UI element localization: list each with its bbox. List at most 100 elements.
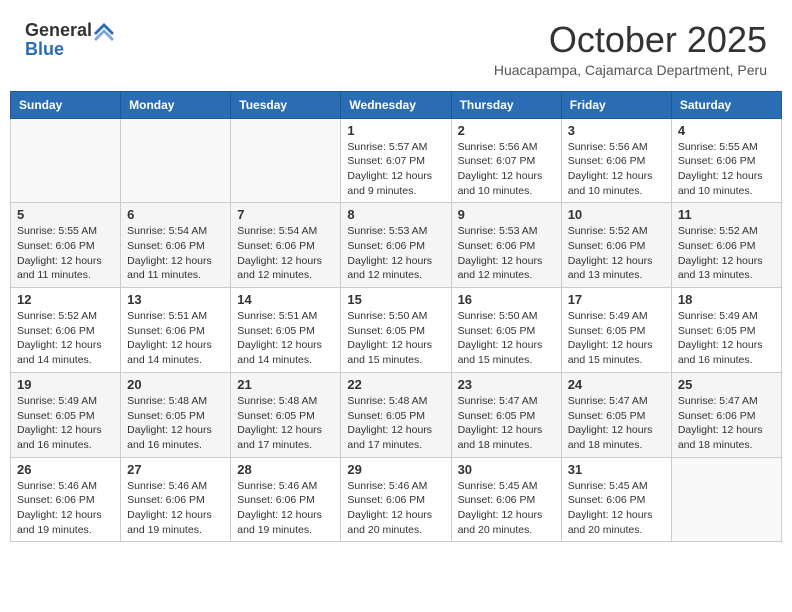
day-number: 1 (347, 123, 444, 138)
header-friday: Friday (561, 91, 671, 118)
header-saturday: Saturday (671, 91, 781, 118)
location-subtitle: Huacapampa, Cajamarca Department, Peru (494, 62, 767, 78)
calendar-cell: 26 Sunrise: 5:46 AM Sunset: 6:06 PM Dayli… (11, 457, 121, 542)
calendar-cell: 18 Sunrise: 5:49 AM Sunset: 6:05 PM Dayli… (671, 288, 781, 373)
day-number: 11 (678, 207, 775, 222)
day-number: 3 (568, 123, 665, 138)
day-number: 22 (347, 377, 444, 392)
calendar-cell: 30 Sunrise: 5:45 AM Sunset: 6:06 PM Dayli… (451, 457, 561, 542)
day-number: 25 (678, 377, 775, 392)
day-info: Sunrise: 5:47 AM Sunset: 6:05 PM Dayligh… (458, 394, 555, 453)
calendar-cell (671, 457, 781, 542)
day-info: Sunrise: 5:53 AM Sunset: 6:06 PM Dayligh… (458, 224, 555, 283)
calendar-cell: 24Sunrise: 5:47 AM Sunset: 6:05 PM Dayli… (561, 372, 671, 457)
day-number: 10 (568, 207, 665, 222)
day-number: 20 (127, 377, 224, 392)
day-number: 30 (458, 462, 555, 477)
calendar-cell (121, 118, 231, 203)
logo-icon (94, 19, 116, 41)
calendar-cell: 16 Sunrise: 5:50 AM Sunset: 6:05 PM Dayli… (451, 288, 561, 373)
calendar-cell: 29Sunrise: 5:46 AM Sunset: 6:06 PM Dayli… (341, 457, 451, 542)
calendar-cell: 9 Sunrise: 5:53 AM Sunset: 6:06 PM Daylig… (451, 203, 561, 288)
day-info: Sunrise: 5:46 AM Sunset: 6:06 PM Dayligh… (127, 479, 224, 538)
calendar-week-4: 19 Sunrise: 5:49 AM Sunset: 6:05 PM Dayli… (11, 372, 782, 457)
day-info: Sunrise: 5:45 AM Sunset: 6:06 PM Dayligh… (458, 479, 555, 538)
calendar-cell: 19 Sunrise: 5:49 AM Sunset: 6:05 PM Dayli… (11, 372, 121, 457)
day-number: 16 (458, 292, 555, 307)
day-info: Sunrise: 5:54 AM Sunset: 6:06 PM Dayligh… (127, 224, 224, 283)
calendar-cell: 25 Sunrise: 5:47 AM Sunset: 6:06 PM Dayli… (671, 372, 781, 457)
calendar-cell: 23 Sunrise: 5:47 AM Sunset: 6:05 PM Dayli… (451, 372, 561, 457)
day-info: Sunrise: 5:57 AM Sunset: 6:07 PM Dayligh… (347, 140, 444, 199)
day-info: Sunrise: 5:52 AM Sunset: 6:06 PM Dayligh… (568, 224, 665, 283)
header-thursday: Thursday (451, 91, 561, 118)
calendar-cell: 10 Sunrise: 5:52 AM Sunset: 6:06 PM Dayli… (561, 203, 671, 288)
day-number: 31 (568, 462, 665, 477)
calendar-cell: 13Sunrise: 5:51 AM Sunset: 6:06 PM Dayli… (121, 288, 231, 373)
day-info: Sunrise: 5:49 AM Sunset: 6:05 PM Dayligh… (568, 309, 665, 368)
header-tuesday: Tuesday (231, 91, 341, 118)
day-info: Sunrise: 5:46 AM Sunset: 6:06 PM Dayligh… (237, 479, 334, 538)
day-info: Sunrise: 5:48 AM Sunset: 6:05 PM Dayligh… (127, 394, 224, 453)
day-number: 24 (568, 377, 665, 392)
day-info: Sunrise: 5:46 AM Sunset: 6:06 PM Dayligh… (17, 479, 114, 538)
day-info: Sunrise: 5:56 AM Sunset: 6:07 PM Dayligh… (458, 140, 555, 199)
calendar-table: Sunday Monday Tuesday Wednesday Thursday… (10, 91, 782, 543)
day-number: 9 (458, 207, 555, 222)
day-number: 7 (237, 207, 334, 222)
calendar-cell: 12 Sunrise: 5:52 AM Sunset: 6:06 PM Dayli… (11, 288, 121, 373)
day-info: Sunrise: 5:55 AM Sunset: 6:06 PM Dayligh… (678, 140, 775, 199)
day-number: 23 (458, 377, 555, 392)
day-number: 13 (127, 292, 224, 307)
day-number: 14 (237, 292, 334, 307)
day-number: 27 (127, 462, 224, 477)
calendar-cell: 6 Sunrise: 5:54 AM Sunset: 6:06 PM Daylig… (121, 203, 231, 288)
calendar-week-5: 26 Sunrise: 5:46 AM Sunset: 6:06 PM Dayli… (11, 457, 782, 542)
day-number: 18 (678, 292, 775, 307)
day-number: 26 (17, 462, 114, 477)
day-number: 21 (237, 377, 334, 392)
calendar-cell: 15 Sunrise: 5:50 AM Sunset: 6:05 PM Dayli… (341, 288, 451, 373)
title-section: October 2025 Huacapampa, Cajamarca Depar… (494, 20, 767, 78)
day-number: 2 (458, 123, 555, 138)
day-info: Sunrise: 5:56 AM Sunset: 6:06 PM Dayligh… (568, 140, 665, 199)
month-title: October 2025 (494, 20, 767, 60)
calendar-cell (11, 118, 121, 203)
day-info: Sunrise: 5:53 AM Sunset: 6:06 PM Dayligh… (347, 224, 444, 283)
day-info: Sunrise: 5:49 AM Sunset: 6:05 PM Dayligh… (678, 309, 775, 368)
day-number: 15 (347, 292, 444, 307)
day-number: 17 (568, 292, 665, 307)
day-number: 19 (17, 377, 114, 392)
day-number: 4 (678, 123, 775, 138)
day-number: 8 (347, 207, 444, 222)
day-info: Sunrise: 5:52 AM Sunset: 6:06 PM Dayligh… (678, 224, 775, 283)
logo-blue: Blue (25, 39, 64, 60)
calendar-week-3: 12 Sunrise: 5:52 AM Sunset: 6:06 PM Dayli… (11, 288, 782, 373)
day-info: Sunrise: 5:49 AM Sunset: 6:05 PM Dayligh… (17, 394, 114, 453)
header-sunday: Sunday (11, 91, 121, 118)
calendar-cell: 27 Sunrise: 5:46 AM Sunset: 6:06 PM Dayli… (121, 457, 231, 542)
day-info: Sunrise: 5:45 AM Sunset: 6:06 PM Dayligh… (568, 479, 665, 538)
day-info: Sunrise: 5:50 AM Sunset: 6:05 PM Dayligh… (347, 309, 444, 368)
calendar-week-1: 1 Sunrise: 5:57 AM Sunset: 6:07 PM Daylig… (11, 118, 782, 203)
calendar-cell: 11 Sunrise: 5:52 AM Sunset: 6:06 PM Dayli… (671, 203, 781, 288)
logo: General Blue (25, 20, 116, 60)
day-number: 6 (127, 207, 224, 222)
day-info: Sunrise: 5:50 AM Sunset: 6:05 PM Dayligh… (458, 309, 555, 368)
day-info: Sunrise: 5:54 AM Sunset: 6:06 PM Dayligh… (237, 224, 334, 283)
calendar-cell: 14Sunrise: 5:51 AM Sunset: 6:05 PM Dayli… (231, 288, 341, 373)
header-wednesday: Wednesday (341, 91, 451, 118)
calendar-cell: 28Sunrise: 5:46 AM Sunset: 6:06 PM Dayli… (231, 457, 341, 542)
calendar-cell: 3 Sunrise: 5:56 AM Sunset: 6:06 PM Daylig… (561, 118, 671, 203)
logo-general: General (25, 20, 92, 41)
day-info: Sunrise: 5:55 AM Sunset: 6:06 PM Dayligh… (17, 224, 114, 283)
calendar-cell: 31 Sunrise: 5:45 AM Sunset: 6:06 PM Dayli… (561, 457, 671, 542)
calendar-cell: 17 Sunrise: 5:49 AM Sunset: 6:05 PM Dayli… (561, 288, 671, 373)
calendar-week-2: 5Sunrise: 5:55 AM Sunset: 6:06 PM Daylig… (11, 203, 782, 288)
day-number: 12 (17, 292, 114, 307)
day-info: Sunrise: 5:47 AM Sunset: 6:06 PM Dayligh… (678, 394, 775, 453)
day-info: Sunrise: 5:52 AM Sunset: 6:06 PM Dayligh… (17, 309, 114, 368)
calendar-cell: 2 Sunrise: 5:56 AM Sunset: 6:07 PM Daylig… (451, 118, 561, 203)
calendar-cell: 5Sunrise: 5:55 AM Sunset: 6:06 PM Daylig… (11, 203, 121, 288)
day-number: 29 (347, 462, 444, 477)
